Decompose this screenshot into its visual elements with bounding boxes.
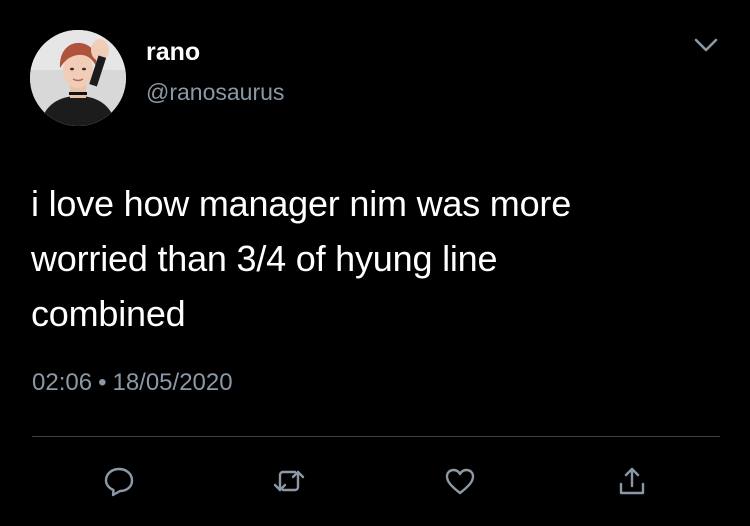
meta-separator: • <box>98 369 107 396</box>
reply-icon <box>104 467 134 497</box>
tweet-text-line: worried than 3/4 of hyung line <box>31 238 498 279</box>
reply-button[interactable] <box>99 461 139 501</box>
retweet-icon <box>273 470 305 492</box>
share-icon <box>619 467 645 495</box>
avatar[interactable] <box>30 30 126 126</box>
tweet-text: i love how manager nim was more worried … <box>31 176 721 341</box>
tweet-text-line: i love how manager nim was more <box>31 183 572 224</box>
retweet-button[interactable] <box>269 461 309 501</box>
share-button[interactable] <box>612 461 652 501</box>
divider <box>32 436 720 437</box>
tweet-text-line: combined <box>31 293 186 334</box>
display-name[interactable]: rano <box>146 37 200 67</box>
avatar-photo-icon <box>30 30 126 126</box>
user-handle[interactable]: @ranosaurus <box>146 78 284 106</box>
like-icon <box>445 468 475 495</box>
tweet-date: 18/05/2020 <box>112 369 233 396</box>
tweet-timestamp[interactable]: 02:06 • 18/05/2020 <box>32 368 233 398</box>
tweet-time: 02:06 <box>32 369 93 396</box>
like-button[interactable] <box>440 461 480 501</box>
tweet-card: rano @ranosaurus i love how manager nim … <box>0 0 750 526</box>
chevron-down-icon <box>694 38 718 52</box>
tweet-menu-button[interactable] <box>688 30 724 60</box>
